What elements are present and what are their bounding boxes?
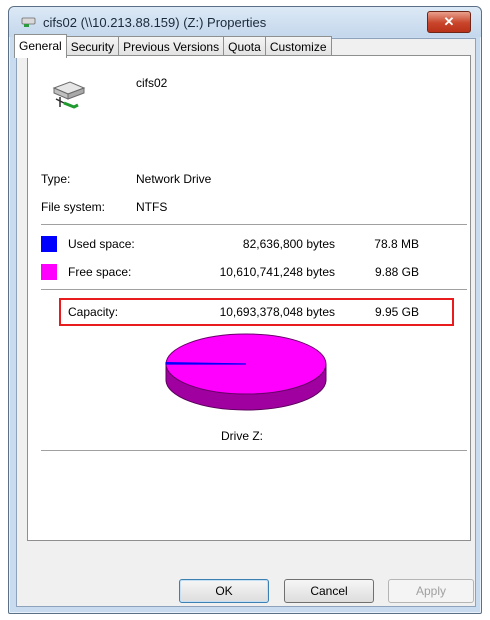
used-space-label: Used space: [68,237,135,251]
close-button[interactable]: ✕ [427,11,471,33]
tab-security[interactable]: Security [65,36,120,57]
file-system-value: NTFS [136,200,168,214]
general-tab-panel: cifs02 Type: Network Drive File system: … [27,55,471,541]
capacity-bytes: 10,693,378,048 bytes [219,305,335,319]
used-space-swatch [41,236,57,252]
free-space-label: Free space: [68,265,132,279]
tab-customize[interactable]: Customize [264,36,332,57]
network-drive-icon [21,17,36,27]
free-space-size: 9.88 GB [374,265,419,279]
used-space-size: 78.8 MB [374,237,419,251]
used-space-bytes: 82,636,800 bytes [242,237,335,251]
drive-usage-pie [165,333,327,411]
capacity-size: 9.95 GB [374,305,419,319]
separator [41,289,467,291]
free-space-swatch [41,264,57,280]
tab-quota[interactable]: Quota [223,36,266,57]
drive-caption: Drive Z: [221,429,263,443]
drive-name: cifs02 [136,76,168,90]
tab-strip: General Security Previous Versions Quota… [14,33,332,58]
ok-button[interactable]: OK [179,579,269,603]
capacity-label: Capacity: [68,305,119,319]
apply-button[interactable]: Apply [388,579,474,603]
network-drive-large-icon [52,81,86,109]
separator [41,450,467,452]
type-value: Network Drive [136,172,212,186]
close-icon: ✕ [443,14,455,29]
properties-window: cifs02 (\\10.213.88.159) (Z:) Properties… [8,6,482,614]
free-space-bytes: 10,610,741,248 bytes [219,265,335,279]
cancel-button[interactable]: Cancel [284,579,374,603]
window-title: cifs02 (\\10.213.88.159) (Z:) Properties [43,15,267,30]
type-label: Type: [41,172,71,186]
tab-general[interactable]: General [14,34,67,58]
separator [41,224,467,226]
dialog-buttons: OK Cancel Apply [9,579,481,607]
file-system-label: File system: [41,200,106,214]
tab-previous-versions[interactable]: Previous Versions [118,36,225,57]
